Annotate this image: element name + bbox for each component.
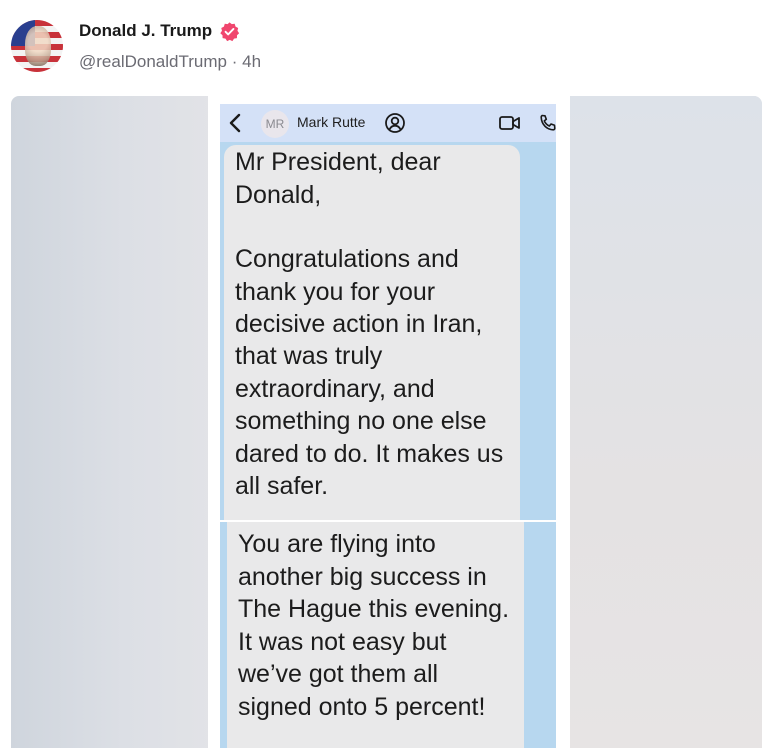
- message-1-line: all safer.: [235, 472, 329, 500]
- post-media[interactable]: MR Mark Rutte Mr President, dear Donald,…: [11, 96, 762, 748]
- author-name[interactable]: Donald J. Trump: [79, 21, 212, 41]
- chat-header: MR Mark Rutte: [220, 104, 556, 142]
- media-blur-right: [570, 96, 762, 748]
- message-2-line: signed onto 5 percent!: [238, 693, 486, 721]
- message-1-line: Donald,: [235, 181, 322, 209]
- chevron-left-icon: [229, 113, 241, 133]
- author-handle[interactable]: @realDonaldTrump: [79, 52, 227, 71]
- verified-badge-icon: [220, 22, 240, 42]
- message-1-line: extraordinary, and: [235, 375, 435, 403]
- message-screenshot-1: Mr President, dear Donald, Congratulatio…: [220, 142, 556, 520]
- message-2-line: The Hague this evening.: [238, 595, 510, 623]
- contact-avatar: MR: [261, 110, 289, 138]
- message-2-line: It was not easy but: [238, 628, 447, 656]
- post-header: Donald J. Trump @realDonaldTrump · 4h: [0, 0, 762, 90]
- message-1-line: Mr President, dear: [235, 148, 441, 176]
- meta-separator: ·: [231, 52, 238, 71]
- message-1-line: dared to do. It makes us: [235, 440, 504, 468]
- message-bubble-1: Mr President, dear Donald, Congratulatio…: [224, 145, 520, 520]
- message-1-line: thank you for your: [235, 278, 436, 306]
- contact-card-icon: [385, 113, 405, 133]
- post-time[interactable]: 4h: [242, 52, 261, 71]
- author-avatar[interactable]: [11, 20, 63, 72]
- message-1-line: that was truly: [235, 342, 383, 370]
- phone-call-icon: [540, 114, 556, 131]
- message-2-line: You are flying into: [238, 530, 436, 558]
- avatar-face: [25, 26, 51, 66]
- chat-screenshot: MR Mark Rutte Mr President, dear Donald,…: [208, 96, 570, 748]
- video-call-icon: [499, 116, 520, 130]
- message-screenshot-2: You are flying into another big success …: [220, 522, 556, 748]
- message-1-line: Congratulations and: [235, 245, 459, 273]
- message-2-line: we’ve got them all: [238, 660, 439, 688]
- message-2-line: another big success in: [238, 563, 487, 591]
- message-bubble-2: You are flying into another big success …: [227, 522, 524, 748]
- message-1-line: decisive action in Iran,: [235, 310, 483, 338]
- contact-name: Mark Rutte: [297, 114, 366, 130]
- author-handle-line: @realDonaldTrump · 4h: [79, 52, 261, 72]
- message-1-line: something no one else: [235, 407, 487, 435]
